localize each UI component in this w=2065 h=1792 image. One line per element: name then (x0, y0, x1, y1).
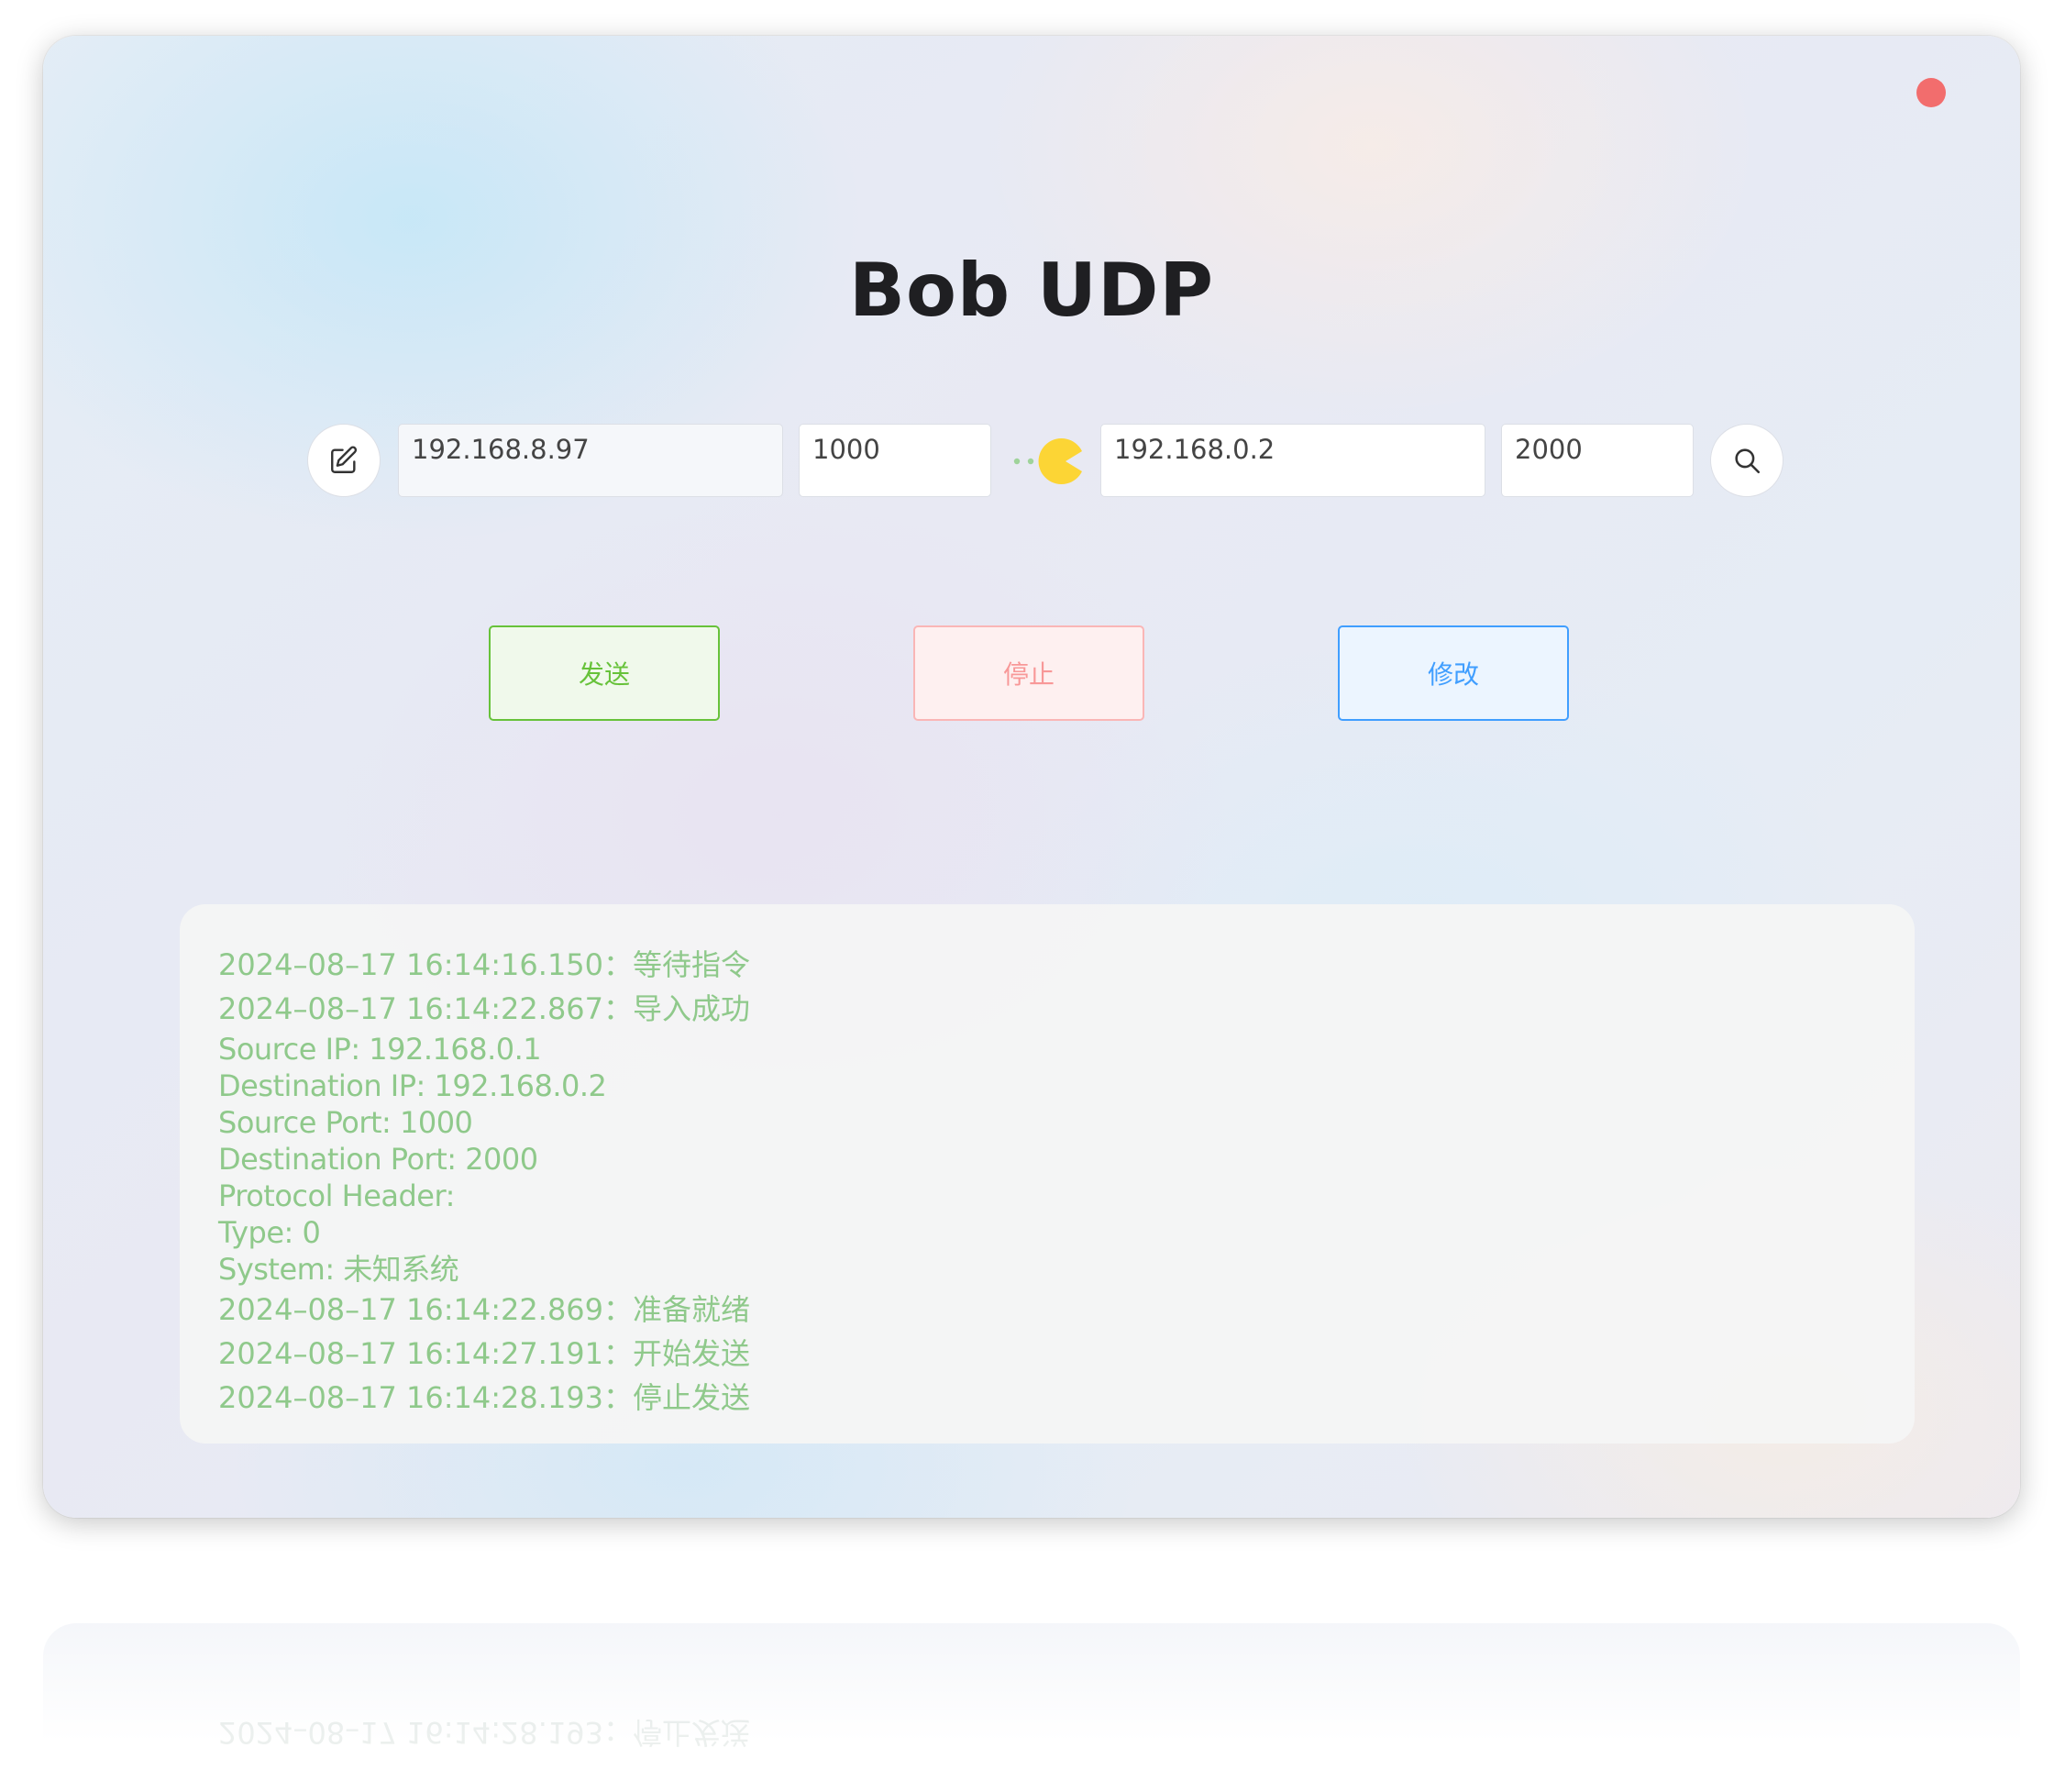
log-line: 2024–08–17 16:14:22.869：准备就绪 (218, 1292, 751, 1327)
edit-icon (331, 446, 358, 473)
window-reflection: 2024–08–17 16:14:28.193：停止发送 (43, 1623, 2020, 1792)
close-dot[interactable] (1916, 78, 1946, 107)
source-port-field[interactable]: 1000 (799, 424, 991, 497)
log-detail-line: Protocol Header: (218, 1178, 455, 1213)
source-ip-field[interactable]: 192.168.8.97 (398, 424, 783, 497)
log-line: 2024–08–17 16:14:28.193：停止发送 (218, 1380, 751, 1415)
log-line: 2024–08–17 16:14:27.191：开始发送 (218, 1336, 751, 1371)
stop-button[interactable]: 停止 (913, 625, 1144, 721)
modify-button[interactable]: 修改 (1338, 625, 1569, 721)
page-title: Bob UDP (848, 248, 1215, 333)
log-detail-line: Type: 0 (218, 1215, 321, 1250)
app-window: Bob UDP 192.168.8.97 1000 192.168.0.2 20… (43, 36, 2020, 1518)
log-line: 2024–08–17 16:14:16.150：等待指令 (218, 947, 751, 982)
log-panel: 2024–08–17 16:14:16.150：等待指令 2024–08–17 … (180, 904, 1915, 1444)
log-detail-line: Destination Port: 2000 (218, 1142, 538, 1177)
reflection-text: 2024–08–17 16:14:28.193：停止发送 (218, 1715, 751, 1750)
log-detail-line: System: 未知系统 (218, 1252, 459, 1287)
send-button[interactable]: 发送 (489, 625, 720, 721)
search-icon (1735, 448, 1761, 474)
log-detail-line: Source IP: 192.168.0.1 (218, 1032, 542, 1067)
destination-port-field[interactable]: 2000 (1501, 424, 1694, 497)
log-detail-line: Source Port: 1000 (218, 1105, 473, 1140)
log-detail-line: Destination IP: 192.168.0.2 (218, 1068, 607, 1103)
search-button[interactable] (1710, 424, 1783, 497)
pacman-icon (1013, 438, 1082, 484)
destination-ip-field[interactable]: 192.168.0.2 (1100, 424, 1485, 497)
edit-button[interactable] (307, 424, 381, 497)
log-line: 2024–08–17 16:14:22.867：导入成功 (218, 991, 751, 1026)
